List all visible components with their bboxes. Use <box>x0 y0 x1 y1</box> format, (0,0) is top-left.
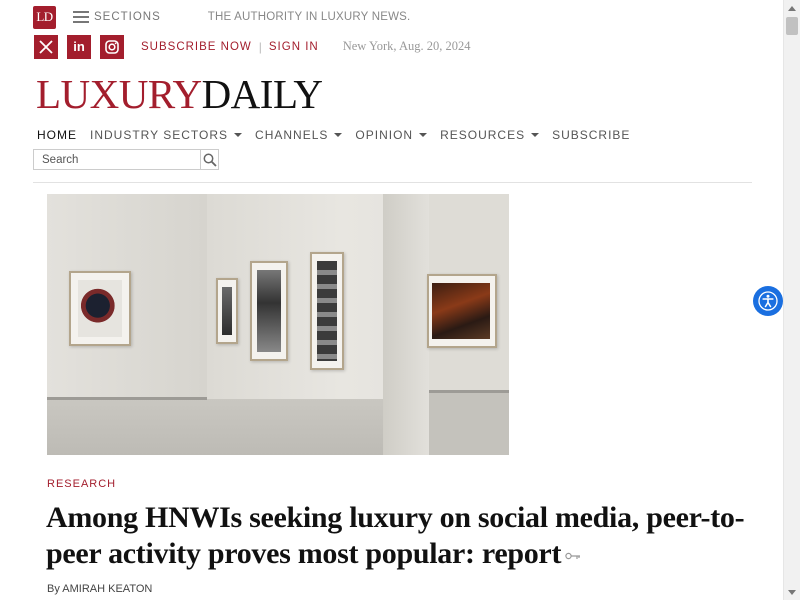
luxury-daily-logo[interactable]: LUXURYDAILY <box>36 74 323 115</box>
nav-home-label: HOME <box>37 128 77 142</box>
nav-resources[interactable]: RESOURCES <box>440 128 540 142</box>
artwork <box>317 261 337 361</box>
chevron-down-icon <box>334 133 343 137</box>
dateline: New York, Aug. 20, 2024 <box>342 39 471 53</box>
brand-daily: DAILY <box>201 71 323 117</box>
baseboard <box>429 390 509 393</box>
linkedin-icon[interactable]: in <box>67 34 91 59</box>
x-icon[interactable] <box>34 34 58 59</box>
article-headline-text: Among HNWIs seeking luxury on social med… <box>46 501 745 570</box>
search-button[interactable] <box>200 150 218 169</box>
artwork <box>78 280 122 337</box>
artwork-frame <box>310 252 344 370</box>
accessibility-button[interactable] <box>753 286 783 316</box>
nav-industry-sectors-label: INDUSTRY SECTORS <box>90 128 229 142</box>
search-input[interactable] <box>34 150 200 169</box>
nav-opinion[interactable]: OPINION <box>355 128 428 142</box>
nav-subscribe[interactable]: SUBSCRIBE <box>552 128 630 142</box>
search-icon <box>203 153 217 167</box>
baseboard <box>47 397 207 400</box>
chevron-down-icon <box>234 133 243 137</box>
sections-label: SECTIONS <box>94 11 161 23</box>
scroll-down-arrow[interactable] <box>784 584 800 600</box>
brand-luxury: LUXURY <box>36 71 202 117</box>
key-icon <box>565 552 581 560</box>
top-strip: LD SECTIONS THE AUTHORITY IN LUXURY NEWS… <box>33 5 410 29</box>
artwork <box>222 287 232 335</box>
nav-subscribe-label: SUBSCRIBE <box>552 128 631 142</box>
accessibility-icon <box>758 291 778 311</box>
artwork <box>432 283 490 339</box>
separator: | <box>258 39 262 54</box>
sections-menu-button[interactable]: SECTIONS <box>73 11 161 23</box>
chevron-down-icon <box>531 133 540 137</box>
artwork-frame <box>427 274 497 348</box>
sign-in-link[interactable]: SIGN IN <box>269 41 319 53</box>
hamburger-icon <box>73 11 89 23</box>
subscribe-now-link[interactable]: SUBSCRIBE NOW <box>141 41 252 53</box>
scrollbar-thumb[interactable] <box>786 17 798 35</box>
scroll-up-arrow[interactable] <box>784 0 800 16</box>
nav-resources-label: RESOURCES <box>440 128 526 142</box>
artwork-frame <box>216 278 238 344</box>
gallery-pillar <box>383 194 429 455</box>
vertical-scrollbar[interactable] <box>783 0 800 600</box>
artwork <box>257 270 281 352</box>
gallery-floor-right <box>429 392 509 455</box>
main-nav: HOME INDUSTRY SECTORS CHANNELS OPINION R… <box>37 128 643 142</box>
nav-home[interactable]: HOME <box>37 128 77 142</box>
search-box <box>33 149 219 170</box>
nav-channels-label: CHANNELS <box>255 128 329 142</box>
site-logo-badge[interactable]: LD <box>33 5 56 29</box>
article-hero-image[interactable] <box>47 194 509 455</box>
article-category-link[interactable]: RESEARCH <box>47 478 116 490</box>
header-divider <box>33 182 752 183</box>
social-subscribe-row: in SUBSCRIBE NOW | SIGN IN New York, Aug… <box>34 34 471 59</box>
instagram-icon[interactable] <box>100 34 124 59</box>
article-byline: By AMIRAH KEATON <box>47 583 153 595</box>
chevron-down-icon <box>419 133 428 137</box>
artwork-frame <box>250 261 288 361</box>
article-headline: Among HNWIs seeking luxury on social med… <box>46 500 746 572</box>
nav-industry-sectors[interactable]: INDUSTRY SECTORS <box>90 128 243 142</box>
nav-channels[interactable]: CHANNELS <box>255 128 343 142</box>
nav-opinion-label: OPINION <box>355 128 414 142</box>
site-tagline: THE AUTHORITY IN LUXURY NEWS. <box>207 11 411 23</box>
artwork-frame <box>69 271 131 346</box>
